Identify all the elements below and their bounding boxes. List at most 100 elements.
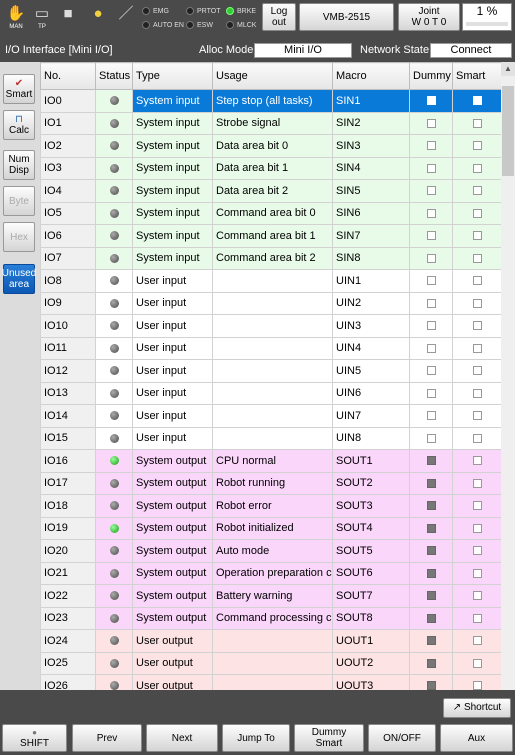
cell-macro[interactable]: SIN5 — [332, 179, 410, 203]
cell-macro[interactable]: UIN1 — [332, 269, 410, 293]
cell-type[interactable]: System output — [132, 449, 213, 473]
cell-dummy[interactable] — [409, 246, 453, 270]
shift-button[interactable]: ● SHIFT — [2, 724, 67, 752]
cell-type[interactable]: User output — [132, 674, 213, 690]
smart-checkbox[interactable] — [472, 636, 482, 646]
col-status[interactable]: Status — [95, 62, 133, 90]
cell-macro[interactable]: SOUT7 — [332, 584, 410, 608]
cell-smart[interactable] — [452, 449, 501, 473]
cell-smart[interactable] — [452, 201, 501, 225]
dummy-smart-button[interactable]: Dummy Smart — [294, 724, 364, 752]
dummy-checkbox[interactable] — [426, 636, 436, 646]
dummy-checkbox[interactable] — [426, 141, 436, 151]
cell-dummy[interactable] — [409, 111, 453, 135]
cell-no[interactable]: IO5 — [40, 201, 96, 225]
jump-to-button[interactable]: Jump To — [222, 724, 290, 752]
cell-no[interactable]: IO16 — [40, 449, 96, 473]
cell-smart[interactable] — [452, 404, 501, 428]
cell-smart[interactable] — [452, 539, 501, 563]
unused-area-button[interactable]: Unused area — [2, 264, 36, 294]
cell-smart[interactable] — [452, 246, 501, 270]
cell-usage[interactable] — [212, 291, 333, 315]
cell-dummy[interactable] — [409, 426, 453, 450]
cell-no[interactable]: IO22 — [40, 584, 96, 608]
cell-usage[interactable] — [212, 381, 333, 405]
logout-button[interactable]: Log out — [262, 3, 296, 31]
cell-macro[interactable]: SIN4 — [332, 156, 410, 180]
cell-usage[interactable]: Command area bit 1 — [212, 224, 333, 248]
cell-dummy[interactable] — [409, 584, 453, 608]
cell-dummy[interactable] — [409, 134, 453, 158]
table-row[interactable]: IO11 User input UIN4 — [40, 336, 501, 360]
table-row[interactable]: IO7 System input Command area bit 2 SIN8 — [40, 246, 501, 270]
dummy-checkbox[interactable] — [426, 433, 436, 443]
smart-checkbox[interactable] — [472, 163, 482, 173]
cell-smart[interactable] — [452, 134, 501, 158]
robot-model-button[interactable]: VMB-2515 — [299, 3, 394, 31]
dummy-checkbox[interactable] — [426, 501, 436, 511]
cell-type[interactable]: User output — [132, 629, 213, 653]
cell-usage[interactable]: Data area bit 0 — [212, 134, 333, 158]
dummy-checkbox[interactable] — [426, 231, 436, 241]
cell-macro[interactable]: SIN1 — [332, 89, 410, 113]
cell-no[interactable]: IO14 — [40, 404, 96, 428]
cell-no[interactable]: IO4 — [40, 179, 96, 203]
cell-dummy[interactable] — [409, 651, 453, 675]
cell-dummy[interactable] — [409, 314, 453, 338]
cell-no[interactable]: IO12 — [40, 359, 96, 383]
cell-dummy[interactable] — [409, 539, 453, 563]
cell-dummy[interactable] — [409, 629, 453, 653]
col-type[interactable]: Type — [132, 62, 213, 90]
table-row[interactable]: IO20 System output Auto mode SOUT5 — [40, 539, 501, 563]
table-row[interactable]: IO14 User input UIN7 — [40, 404, 501, 428]
cell-smart[interactable] — [452, 494, 501, 518]
cell-macro[interactable]: SOUT8 — [332, 606, 410, 630]
cell-type[interactable]: System input — [132, 224, 213, 248]
cell-usage[interactable]: CPU normal — [212, 449, 333, 473]
dummy-checkbox[interactable] — [426, 163, 436, 173]
smart-checkbox[interactable] — [472, 208, 482, 218]
cell-no[interactable]: IO6 — [40, 224, 96, 248]
table-row[interactable]: IO24 User output UOUT1 — [40, 629, 501, 653]
cell-type[interactable]: User input — [132, 291, 213, 315]
cell-macro[interactable]: UIN6 — [332, 381, 410, 405]
cell-usage[interactable] — [212, 269, 333, 293]
cell-usage[interactable] — [212, 404, 333, 428]
cell-smart[interactable] — [452, 156, 501, 180]
cell-smart[interactable] — [452, 381, 501, 405]
cell-dummy[interactable] — [409, 516, 453, 540]
cell-no[interactable]: IO26 — [40, 674, 96, 690]
table-row[interactable]: IO17 System output Robot running SOUT2 — [40, 471, 501, 495]
cell-type[interactable]: User input — [132, 314, 213, 338]
cell-dummy[interactable] — [409, 674, 453, 690]
cell-macro[interactable]: SOUT2 — [332, 471, 410, 495]
table-row[interactable]: IO21 System output Operation preparation c… — [40, 561, 501, 585]
col-usage[interactable]: Usage — [212, 62, 333, 90]
dummy-checkbox[interactable] — [426, 568, 436, 578]
cell-smart[interactable] — [452, 336, 501, 360]
cell-dummy[interactable] — [409, 201, 453, 225]
cell-smart[interactable] — [452, 269, 501, 293]
dummy-checkbox[interactable] — [426, 96, 436, 106]
cell-no[interactable]: IO8 — [40, 269, 96, 293]
cell-no[interactable]: IO1 — [40, 111, 96, 135]
cell-usage[interactable]: Battery warning — [212, 584, 333, 608]
cell-dummy[interactable] — [409, 269, 453, 293]
smart-checkbox[interactable] — [472, 456, 482, 466]
table-row[interactable]: IO6 System input Command area bit 1 SIN7 — [40, 224, 501, 248]
table-row[interactable]: IO9 User input UIN2 — [40, 291, 501, 315]
dummy-checkbox[interactable] — [426, 208, 436, 218]
hex-button[interactable]: Hex — [3, 222, 35, 252]
cell-macro[interactable]: SIN3 — [332, 134, 410, 158]
table-row[interactable]: IO8 User input UIN1 — [40, 269, 501, 293]
cell-type[interactable]: System input — [132, 179, 213, 203]
cell-type[interactable]: System output — [132, 516, 213, 540]
smart-checkbox[interactable] — [472, 681, 482, 690]
joint-mode-button[interactable]: Joint W 0 T 0 — [398, 3, 460, 31]
dummy-checkbox[interactable] — [426, 613, 436, 623]
cell-usage[interactable] — [212, 359, 333, 383]
cell-dummy[interactable] — [409, 179, 453, 203]
scroll-up-icon[interactable]: ▲ — [501, 62, 515, 76]
cell-type[interactable]: System input — [132, 134, 213, 158]
cell-no[interactable]: IO2 — [40, 134, 96, 158]
